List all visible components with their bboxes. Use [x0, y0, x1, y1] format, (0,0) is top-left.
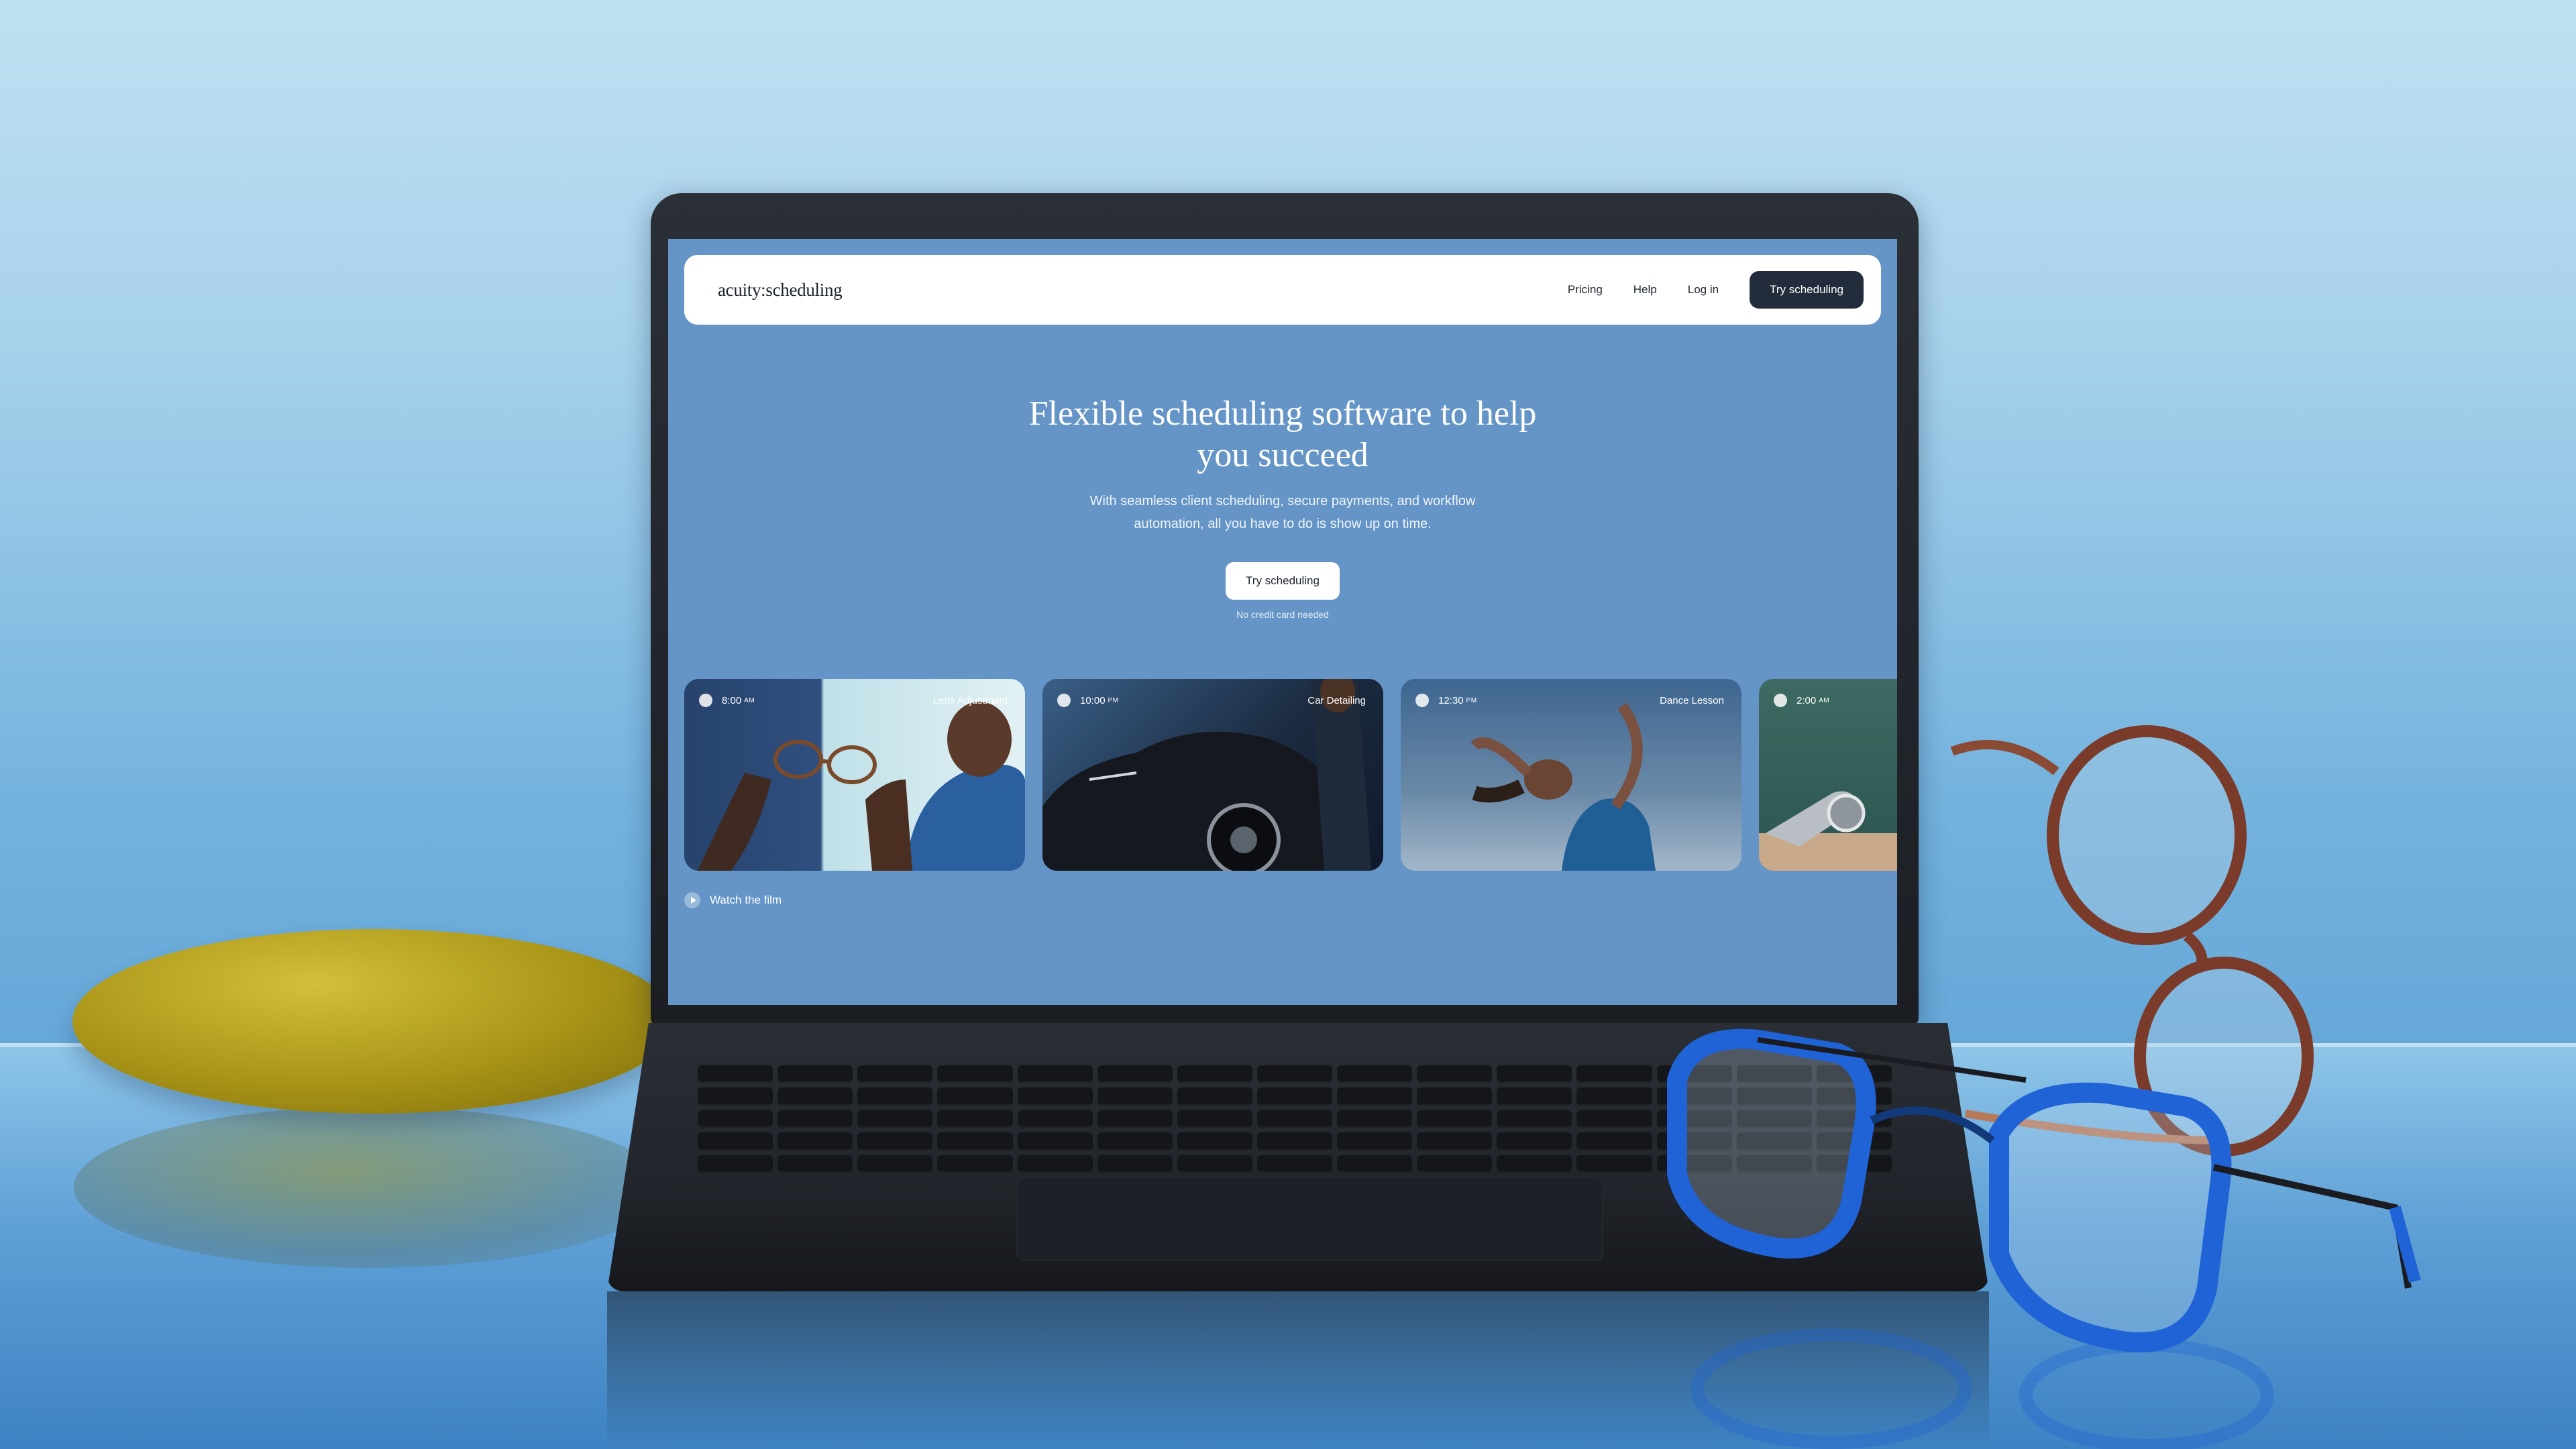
glasses-case-reflection — [74, 1107, 664, 1268]
select-dot-icon[interactable] — [699, 694, 712, 707]
card-time: 8:00 — [722, 694, 742, 706]
appointment-cards-carousel[interactable]: 8:00 AM Lens Adjustment 10:00 PM Car Det… — [684, 679, 1897, 871]
appointment-card[interactable]: 10:00 PM Car Detailing — [1042, 679, 1383, 871]
hero-try-scheduling-button[interactable]: Try scheduling — [1226, 562, 1340, 600]
appointment-card[interactable]: 8:00 AM Lens Adjustment — [684, 679, 1025, 871]
nav-links: Pricing Help Log in Try scheduling — [1568, 271, 1864, 309]
card-time: 12:30 — [1438, 694, 1464, 706]
card-ampm: AM — [1819, 696, 1830, 704]
nav-try-scheduling-button[interactable]: Try scheduling — [1750, 271, 1864, 309]
laptop-screen: acuity:scheduling Pricing Help Log in Tr… — [668, 239, 1897, 1005]
watch-film-label: Watch the film — [710, 894, 782, 906]
card-ampm: AM — [744, 696, 755, 704]
card-label: Dance Lesson — [1660, 694, 1724, 706]
glasses-case — [72, 929, 676, 1114]
top-navbar: acuity:scheduling Pricing Help Log in Tr… — [684, 255, 1881, 325]
hero-section: Flexible scheduling software to help you… — [668, 393, 1897, 620]
play-icon[interactable] — [684, 892, 700, 908]
select-dot-icon[interactable] — [1774, 694, 1787, 707]
card-time: 2:00 — [1796, 694, 1817, 706]
card-image-lens-adjustment — [698, 702, 1025, 871]
hero-title: Flexible scheduling software to help you… — [1028, 394, 1537, 474]
card-label: Car Detailing — [1307, 694, 1366, 706]
card-time: 10:00 — [1080, 694, 1106, 706]
select-dot-icon[interactable] — [1415, 694, 1429, 707]
laptop-trackpad — [1016, 1177, 1603, 1261]
select-dot-icon[interactable] — [1057, 694, 1071, 707]
card-ampm: PM — [1466, 696, 1477, 704]
card-label: Lens Adjustment — [933, 694, 1008, 706]
appointment-card[interactable]: 12:30 PM Dance Lesson — [1401, 679, 1741, 871]
card-image-dance-lesson — [1470, 702, 1656, 871]
appointment-card[interactable]: 2:00 AM — [1759, 679, 1897, 871]
nav-help-link[interactable]: Help — [1633, 283, 1657, 297]
watch-film-link[interactable]: Watch the film — [684, 892, 782, 908]
acuity-logo[interactable]: acuity:scheduling — [718, 280, 843, 301]
nav-pricing-link[interactable]: Pricing — [1568, 283, 1603, 297]
no-credit-card-note: No credit card needed — [1236, 609, 1329, 620]
card-image-hair-dryer — [1759, 791, 1897, 871]
hero-subtitle: With seamless client scheduling, secure … — [1089, 494, 1476, 531]
nav-login-link[interactable]: Log in — [1688, 283, 1719, 297]
blue-glasses-reflection — [1690, 1328, 2274, 1449]
card-image-car-detailing — [1042, 679, 1371, 871]
card-ampm: PM — [1108, 696, 1119, 704]
